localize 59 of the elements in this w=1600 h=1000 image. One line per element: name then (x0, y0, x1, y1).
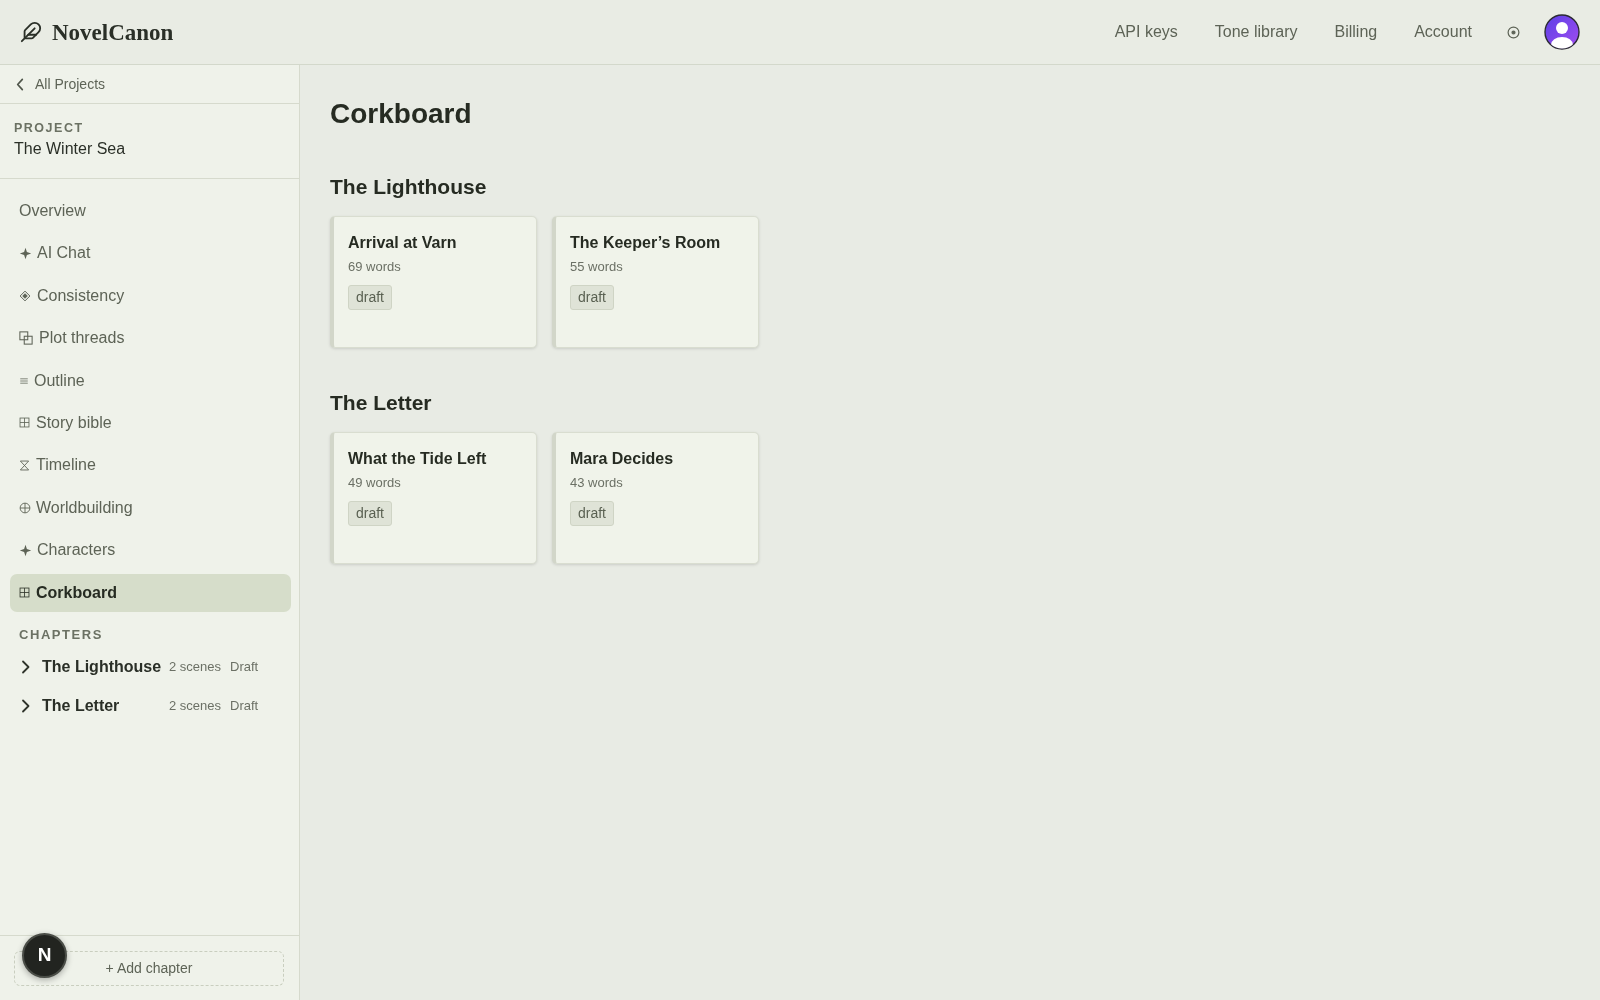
scene-card[interactable]: The Keeper’s Room 55 words draft (552, 216, 759, 348)
chevron-left-icon (16, 77, 24, 91)
nav-link[interactable]: Tone library (1214, 20, 1298, 44)
sparkle-icon (19, 543, 32, 557)
project-name: The Winter Sea (14, 139, 127, 159)
nav-link[interactable]: API keys (1114, 20, 1178, 44)
sidebar-item[interactable]: Outline (10, 361, 291, 400)
page-title: Corkboard (330, 97, 473, 131)
sidebar-item[interactable]: Overview (10, 192, 291, 230)
word-count: 43 words (570, 474, 623, 492)
section-label: CHAPTERS (18, 625, 104, 644)
hourglass-icon (19, 459, 30, 471)
sparkle-icon (19, 246, 32, 260)
word-count: 69 words (348, 258, 401, 276)
diamond-icon (19, 289, 31, 302)
lines-icon (19, 375, 29, 386)
avatar-icon[interactable] (1544, 14, 1580, 50)
chapter-heading: The Lighthouse (330, 174, 488, 200)
scene-count: 2 scenes (169, 658, 222, 677)
nav-link[interactable]: Account (1414, 20, 1472, 44)
circle-dot-icon[interactable] (1507, 25, 1520, 39)
sidebar-item[interactable]: Characters (10, 531, 291, 570)
status-tag: draft (570, 501, 614, 526)
scene-card[interactable]: What the Tide Left 49 words draft (330, 432, 537, 564)
card-title: What the Tide Left (348, 449, 487, 469)
circle-plus-icon (19, 501, 31, 514)
sidebar-item[interactable]: Corkboard (10, 573, 291, 612)
scene-count: 2 scenes (169, 697, 222, 716)
chevron-right-icon[interactable] (21, 660, 30, 674)
nav-link[interactable]: Billing (1334, 20, 1378, 44)
back-link[interactable]: All Projects (0, 65, 299, 104)
word-count: 55 words (570, 258, 623, 276)
status-label: Draft (230, 697, 259, 716)
sidebar-item[interactable]: Plot threads (10, 319, 291, 358)
grid-icon (19, 587, 30, 598)
card-title: The Keeper’s Room (570, 233, 721, 253)
section-label: PROJECT (14, 120, 85, 136)
scene-card[interactable]: Mara Decides 43 words draft (552, 432, 759, 564)
chapter-heading: The Letter (330, 390, 433, 416)
status-tag: draft (348, 501, 392, 526)
status-label: Draft (230, 658, 259, 677)
chapter-link[interactable]: The Letter (42, 694, 169, 718)
word-count: 49 words (348, 474, 401, 492)
grid-icon (19, 417, 30, 429)
status-tag: draft (348, 285, 392, 310)
chapter-link[interactable]: The Lighthouse (42, 655, 169, 679)
sidebar-item[interactable]: Timeline (10, 446, 291, 485)
sidebar-item[interactable]: AI Chat (10, 234, 291, 273)
card-title: Mara Decides (570, 449, 674, 469)
card-title: Arrival at Varn (348, 233, 457, 253)
chevron-right-icon[interactable] (21, 699, 30, 713)
sidebar-item[interactable]: Worldbuilding (10, 488, 291, 527)
app-logo[interactable]: NovelCanon (52, 20, 174, 44)
status-tag: draft (570, 285, 614, 310)
feather-icon (20, 21, 42, 43)
scene-card[interactable]: Arrival at Varn 69 words draft (330, 216, 537, 348)
sidebar-item[interactable]: Story bible (10, 403, 291, 442)
sidebar-item[interactable]: Consistency (10, 276, 291, 315)
overlapping-squares-icon (19, 331, 33, 346)
